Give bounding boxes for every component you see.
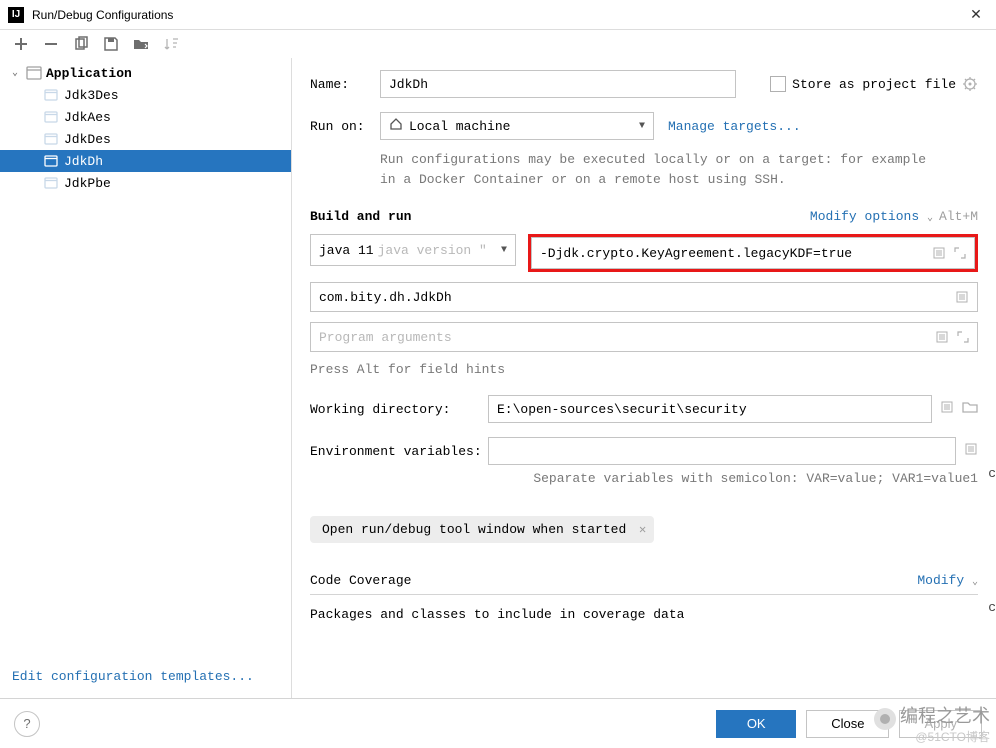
main-class-value: com.bity.dh.JdkDh <box>319 290 452 305</box>
tree-item-label: Jdk3Des <box>64 88 119 103</box>
expand-list-icon[interactable] <box>935 330 949 344</box>
field-hints: Press Alt for field hints <box>310 362 978 377</box>
expand-list-icon[interactable] <box>932 246 946 260</box>
run-on-value: Local machine <box>409 119 510 134</box>
jdk-select[interactable]: java 11 java version " ▼ <box>310 234 516 266</box>
folder-button[interactable] <box>132 35 150 53</box>
save-button[interactable] <box>102 35 120 53</box>
open-tool-window-chip: Open run/debug tool window when started … <box>310 516 654 543</box>
main-panel: Name: Store as project file Run on: Loca… <box>292 58 996 698</box>
program-arguments-field[interactable]: Program arguments <box>310 322 978 352</box>
name-field[interactable] <box>380 70 736 98</box>
copy-button[interactable] <box>72 35 90 53</box>
main-class-field[interactable]: com.bity.dh.JdkDh <box>310 282 978 312</box>
add-button[interactable] <box>12 35 30 53</box>
ok-button[interactable]: OK <box>716 710 796 738</box>
working-dir-field[interactable]: E:\open-sources\securit\security <box>488 395 932 423</box>
run-on-select[interactable]: Local machine ▼ <box>380 112 654 140</box>
store-as-project-label: Store as project file <box>792 77 956 92</box>
coverage-modify-link[interactable]: Modify ⌄ <box>917 573 978 588</box>
config-icon <box>44 133 58 145</box>
config-tree: ⌄ Application Jdk3Des JdkAes JdkDes JdkD… <box>0 62 291 658</box>
home-icon <box>389 117 403 135</box>
expand-list-icon[interactable] <box>964 442 978 460</box>
sidebar: ⌄ Application Jdk3Des JdkAes JdkDes JdkD… <box>0 58 292 698</box>
tree-item-label: JdkDes <box>64 132 111 147</box>
edge-glyph: c <box>988 466 996 481</box>
expand-icon[interactable] <box>954 246 966 260</box>
tree-item-jdkdh[interactable]: JdkDh <box>0 150 291 172</box>
config-icon <box>44 155 58 167</box>
run-on-label: Run on: <box>310 119 380 134</box>
working-dir-value: E:\open-sources\securit\security <box>497 402 747 417</box>
vm-options-highlight: -Djdk.crypto.KeyAgreement.legacyKDF=true <box>528 234 978 272</box>
config-icon <box>44 111 58 123</box>
config-icon <box>44 89 58 101</box>
remove-button[interactable] <box>42 35 60 53</box>
tree-item-jdkaes[interactable]: JdkAes <box>0 106 291 128</box>
chevron-down-icon: ▼ <box>639 121 645 132</box>
coverage-subtitle: Packages and classes to include in cover… <box>310 607 978 622</box>
working-dir-label: Working directory: <box>310 402 488 417</box>
close-icon[interactable]: ✕ <box>964 6 988 23</box>
toolbar <box>0 30 996 58</box>
close-icon[interactable]: ✕ <box>639 522 646 537</box>
help-button[interactable]: ? <box>14 711 40 737</box>
tree-item-label: JdkDh <box>64 154 103 169</box>
expand-list-icon[interactable] <box>955 290 969 304</box>
jdk-hint: java version " <box>378 243 487 258</box>
modify-shortcut: Alt+M <box>939 209 978 224</box>
window-title: Run/Debug Configurations <box>32 8 964 22</box>
tree-node-label: Application <box>46 66 132 81</box>
tree-item-label: JdkAes <box>64 110 111 125</box>
gear-icon[interactable] <box>962 76 978 92</box>
manage-targets-link[interactable]: Manage targets... <box>668 119 801 134</box>
footer: ? OK Close Apply <box>0 698 996 748</box>
expand-icon[interactable] <box>957 330 969 344</box>
program-arguments-placeholder: Program arguments <box>319 330 452 345</box>
edge-glyph: c <box>988 600 996 615</box>
expand-list-icon[interactable] <box>940 400 954 418</box>
jdk-value: java 11 <box>319 243 374 258</box>
code-coverage-title: Code Coverage <box>310 573 411 588</box>
chip-label: Open run/debug tool window when started <box>322 522 626 537</box>
app-icon: IJ <box>8 7 24 23</box>
tree-item-jdkpbe[interactable]: JdkPbe <box>0 172 291 194</box>
application-icon <box>26 66 42 80</box>
env-hint: Separate variables with semicolon: VAR=v… <box>310 471 978 486</box>
tree-node-application[interactable]: ⌄ Application <box>0 62 291 84</box>
config-icon <box>44 177 58 189</box>
tree-item-jdkdes[interactable]: JdkDes <box>0 128 291 150</box>
vm-options-value: -Djdk.crypto.KeyAgreement.legacyKDF=true <box>540 246 852 261</box>
build-and-run-title: Build and run <box>310 209 411 224</box>
close-button[interactable]: Close <box>806 710 889 738</box>
store-as-project-checkbox[interactable] <box>770 76 786 92</box>
apply-button[interactable]: Apply <box>899 710 982 738</box>
name-label: Name: <box>310 77 380 92</box>
chevron-down-icon: ▼ <box>501 245 507 256</box>
env-field[interactable] <box>488 437 956 465</box>
titlebar: IJ Run/Debug Configurations ✕ <box>0 0 996 30</box>
folder-icon[interactable] <box>962 400 978 418</box>
edit-templates-link[interactable]: Edit configuration templates... <box>12 669 254 684</box>
tree-item-label: JdkPbe <box>64 176 111 191</box>
run-on-hint: Run configurations may be executed local… <box>380 150 940 189</box>
tree-item-jdk3des[interactable]: Jdk3Des <box>0 84 291 106</box>
vm-options-field[interactable]: -Djdk.crypto.KeyAgreement.legacyKDF=true <box>531 237 975 269</box>
sort-button[interactable] <box>162 35 180 53</box>
modify-options-link[interactable]: Modify options ⌄ <box>810 209 933 224</box>
chevron-down-icon: ⌄ <box>12 67 22 79</box>
env-label: Environment variables: <box>310 444 488 459</box>
